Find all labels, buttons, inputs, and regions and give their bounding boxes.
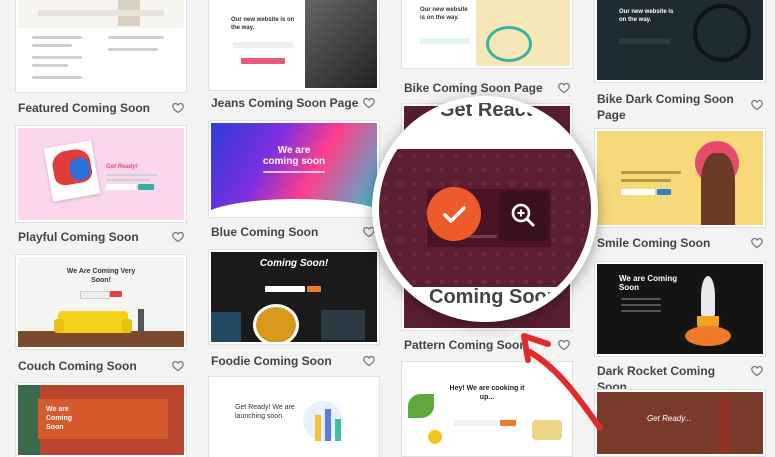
template-preview-dark-rocket[interactable]: We are Coming Soon xyxy=(595,262,765,356)
template-label-foodie[interactable]: Foodie Coming Soon xyxy=(211,353,351,369)
template-preview-foodie[interactable]: Coming Soon! xyxy=(209,250,379,344)
template-label-smile[interactable]: Smile Coming Soon xyxy=(597,235,737,251)
template-label-blue[interactable]: Blue Coming Soon xyxy=(211,224,351,240)
select-template-button[interactable] xyxy=(427,187,481,241)
heart-icon[interactable] xyxy=(751,237,763,249)
template-preview-jeans[interactable]: Our new website is on the way. xyxy=(209,0,379,90)
magnifier-overlay: Get React Coming Soon xyxy=(372,96,598,322)
heart-icon[interactable] xyxy=(558,82,570,94)
template-label-featured[interactable]: Featured Coming Soon xyxy=(18,100,158,116)
template-preview-bike-dark[interactable]: Our new website is on the way. xyxy=(595,0,765,82)
preview-title: Coming Soon! xyxy=(259,258,329,269)
template-preview-get-ready[interactable]: Get Ready! We are launching soon. xyxy=(209,377,379,457)
check-icon xyxy=(443,206,466,223)
heart-icon[interactable] xyxy=(172,360,184,372)
template-gallery: { "templates": { "featured": {"label": "… xyxy=(0,0,775,457)
preview-title: We are coming soon xyxy=(262,145,326,167)
zoom-in-icon xyxy=(511,203,535,227)
magnified-pattern-preview: Get React Coming Soon xyxy=(379,103,591,315)
template-preview-featured[interactable] xyxy=(16,0,186,92)
preview-title: Get Ready... xyxy=(647,414,692,423)
preview-title: We are Coming Soon xyxy=(46,406,73,431)
preview-template-button[interactable] xyxy=(499,191,549,241)
heart-icon[interactable] xyxy=(172,231,184,243)
template-preview-couch[interactable]: We Are Coming Very Soon! xyxy=(16,255,186,349)
preview-title: Get React xyxy=(439,103,533,121)
heart-icon[interactable] xyxy=(363,355,375,367)
preview-title: Our new website is on the way. xyxy=(420,7,468,21)
preview-title: We Are Coming Very Soon! xyxy=(66,268,136,284)
annotation-arrow xyxy=(521,333,603,431)
preview-title: Our new website is on the way. xyxy=(619,9,674,23)
template-label-jeans[interactable]: Jeans Coming Soon Page xyxy=(211,95,361,111)
preview-title: We are Coming Soon xyxy=(619,274,678,292)
template-label-bike[interactable]: Bike Coming Soon Page xyxy=(404,80,554,96)
template-preview-bike[interactable]: Our new website is on the way. xyxy=(402,0,572,68)
preview-title: Get Ready! We are launching soon. xyxy=(235,404,295,420)
template-preview-red-couch[interactable]: We are Coming Soon xyxy=(16,383,186,457)
template-label-couch[interactable]: Couch Coming Soon xyxy=(18,358,158,374)
template-label-bike-dark[interactable]: Bike Dark Coming Soon Page xyxy=(597,91,737,123)
template-preview-playful[interactable]: Get Ready! xyxy=(16,126,186,222)
heart-icon[interactable] xyxy=(751,99,763,111)
preview-title: Our new website is on the way. xyxy=(231,17,295,31)
heart-icon[interactable] xyxy=(751,365,763,377)
template-label-playful[interactable]: Playful Coming Soon xyxy=(18,229,158,245)
template-preview-bridge[interactable]: Get Ready... xyxy=(595,390,765,456)
preview-title: Coming Soon xyxy=(429,286,559,308)
heart-icon[interactable] xyxy=(172,102,184,114)
preview-title: Get Ready! xyxy=(106,164,138,170)
heart-icon[interactable] xyxy=(363,97,375,109)
template-preview-smile[interactable] xyxy=(595,129,765,227)
template-preview-blue[interactable]: We are coming soon xyxy=(209,121,379,217)
